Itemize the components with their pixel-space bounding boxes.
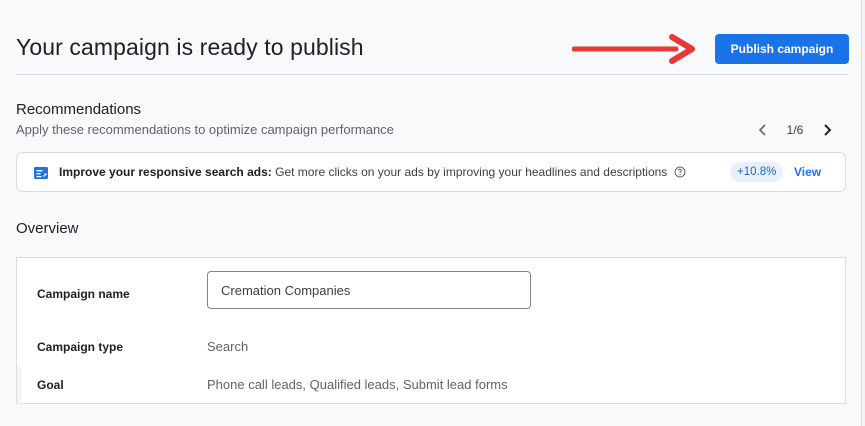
table-row: Campaign name [17,258,845,328]
campaign-type-value: Search [207,339,249,354]
chevron-left-icon[interactable] [755,122,771,138]
help-icon[interactable] [674,166,686,178]
campaign-name-field[interactable] [207,271,531,309]
arrow-right-icon [572,34,695,64]
ad-edit-icon [34,167,48,179]
publish-page: Your campaign is ready to publish Publis… [0,0,862,426]
page-title: Your campaign is ready to publish [16,34,364,60]
recommendation-heading: Improve your responsive search ads: [59,165,272,179]
recommendation-description: Get more clicks on your ads by improving… [275,165,668,179]
recommendation-text: Improve your responsive search ads: Get … [59,165,686,179]
uplift-badge: +10.8% [730,162,784,182]
recommendations-pager: 1/6 [755,120,835,140]
publish-campaign-button[interactable]: Publish campaign [715,34,849,64]
overview-card: Campaign name Campaign type Search Goal … [16,257,846,404]
recommendations-subtitle: Apply these recommendations to optimize … [16,122,394,137]
recommendations-title: Recommendations [16,101,142,118]
goal-value: Phone call leads, Qualified leads, Submi… [207,377,508,392]
chevron-right-icon[interactable] [819,122,835,138]
campaign-name-label: Campaign name [37,287,130,301]
table-row: Campaign type Search [17,328,845,366]
view-recommendation-link[interactable]: View [794,165,821,179]
campaign-type-label: Campaign type [37,340,124,354]
overview-title: Overview [16,220,79,237]
recommendation-card: Improve your responsive search ads: Get … [16,152,846,192]
goal-label: Goal [37,378,64,392]
table-row: Goal Phone call leads, Qualified leads, … [17,366,845,404]
pager-count: 1/6 [786,123,804,137]
